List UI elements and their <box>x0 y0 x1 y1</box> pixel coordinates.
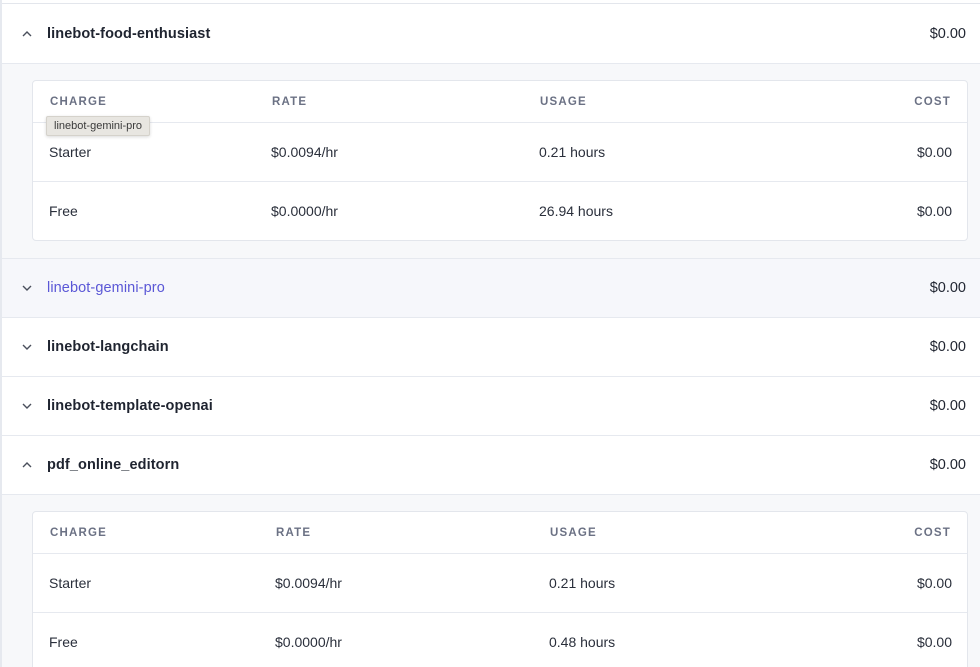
project-amount: $0.00 <box>929 398 966 414</box>
rate-cell: $0.0000/hr <box>271 203 338 219</box>
table-header: CHARGE RATE USAGE COST <box>33 81 967 123</box>
project-name[interactable]: linebot-langchain <box>47 339 169 355</box>
cost-cell: $0.00 <box>916 575 952 591</box>
table-row: Starter $0.0094/hr 0.21 hours $0.00 <box>33 554 967 613</box>
cost-cell: $0.00 <box>916 634 952 650</box>
charge-cell: Starter <box>49 575 92 591</box>
project-row-pdf-online-editorn[interactable]: pdf_online_editorn $0.00 <box>2 436 980 495</box>
chevron-down-icon[interactable] <box>20 399 34 413</box>
column-header-rate: RATE <box>276 527 312 539</box>
project-name[interactable]: linebot-template-openai <box>47 398 213 414</box>
usage-cell: 0.21 hours <box>539 144 606 160</box>
usage-table: CHARGE RATE USAGE COST Starter $0.0094/h… <box>32 80 968 241</box>
column-header-charge: CHARGE <box>50 96 108 108</box>
rate-cell: $0.0000/hr <box>275 634 342 650</box>
project-name[interactable]: linebot-gemini-pro <box>47 280 165 296</box>
usage-cell: 0.48 hours <box>549 634 616 650</box>
column-header-usage: USAGE <box>540 96 587 108</box>
chevron-down-icon[interactable] <box>20 281 34 295</box>
project-amount: $0.00 <box>929 339 966 355</box>
divider <box>2 3 980 4</box>
usage-cell: 26.94 hours <box>539 203 613 219</box>
cost-cell: $0.00 <box>916 144 952 160</box>
project-detail-panel: CHARGE RATE USAGE COST Starter $0.0094/h… <box>2 64 980 259</box>
column-header-rate: RATE <box>272 96 308 108</box>
tooltip: linebot-gemini-pro <box>46 116 151 136</box>
table-row: Starter $0.0094/hr 0.21 hours $0.00 <box>33 123 967 182</box>
charge-cell: Free <box>49 203 78 219</box>
column-header-cost: COST <box>914 96 951 108</box>
rate-cell: $0.0094/hr <box>275 575 342 591</box>
column-header-cost: COST <box>914 527 951 539</box>
column-header-usage: USAGE <box>550 527 597 539</box>
project-amount: $0.00 <box>929 457 966 473</box>
project-row-linebot-langchain[interactable]: linebot-langchain $0.00 <box>2 318 980 377</box>
table-header: CHARGE RATE USAGE COST <box>33 512 967 554</box>
project-amount: $0.00 <box>929 280 966 296</box>
charge-cell: Free <box>49 634 78 650</box>
chevron-down-icon[interactable] <box>20 340 34 354</box>
column-header-charge: CHARGE <box>50 527 108 539</box>
chevron-up-icon[interactable] <box>20 458 34 472</box>
project-amount: $0.00 <box>929 26 966 42</box>
chevron-up-icon[interactable] <box>20 27 34 41</box>
usage-cell: 0.21 hours <box>549 575 616 591</box>
project-name[interactable]: pdf_online_editorn <box>47 457 179 473</box>
project-usage-list: linebot-food-enthusiast $0.00 CHARGE RAT… <box>0 0 980 667</box>
charge-cell: Starter <box>49 144 92 160</box>
project-row-linebot-gemini-pro[interactable]: linebot-gemini-pro $0.00 <box>2 259 980 318</box>
rate-cell: $0.0094/hr <box>271 144 338 160</box>
usage-table: CHARGE RATE USAGE COST Starter $0.0094/h… <box>32 511 968 667</box>
project-row-linebot-food-enthusiast[interactable]: linebot-food-enthusiast $0.00 <box>2 5 980 64</box>
project-detail-panel: CHARGE RATE USAGE COST Starter $0.0094/h… <box>2 495 980 667</box>
table-row: Free $0.0000/hr 26.94 hours $0.00 <box>33 182 967 240</box>
cost-cell: $0.00 <box>916 203 952 219</box>
table-row: Free $0.0000/hr 0.48 hours $0.00 <box>33 613 967 667</box>
project-name[interactable]: linebot-food-enthusiast <box>47 26 210 42</box>
project-row-linebot-template-openai[interactable]: linebot-template-openai $0.00 <box>2 377 980 436</box>
